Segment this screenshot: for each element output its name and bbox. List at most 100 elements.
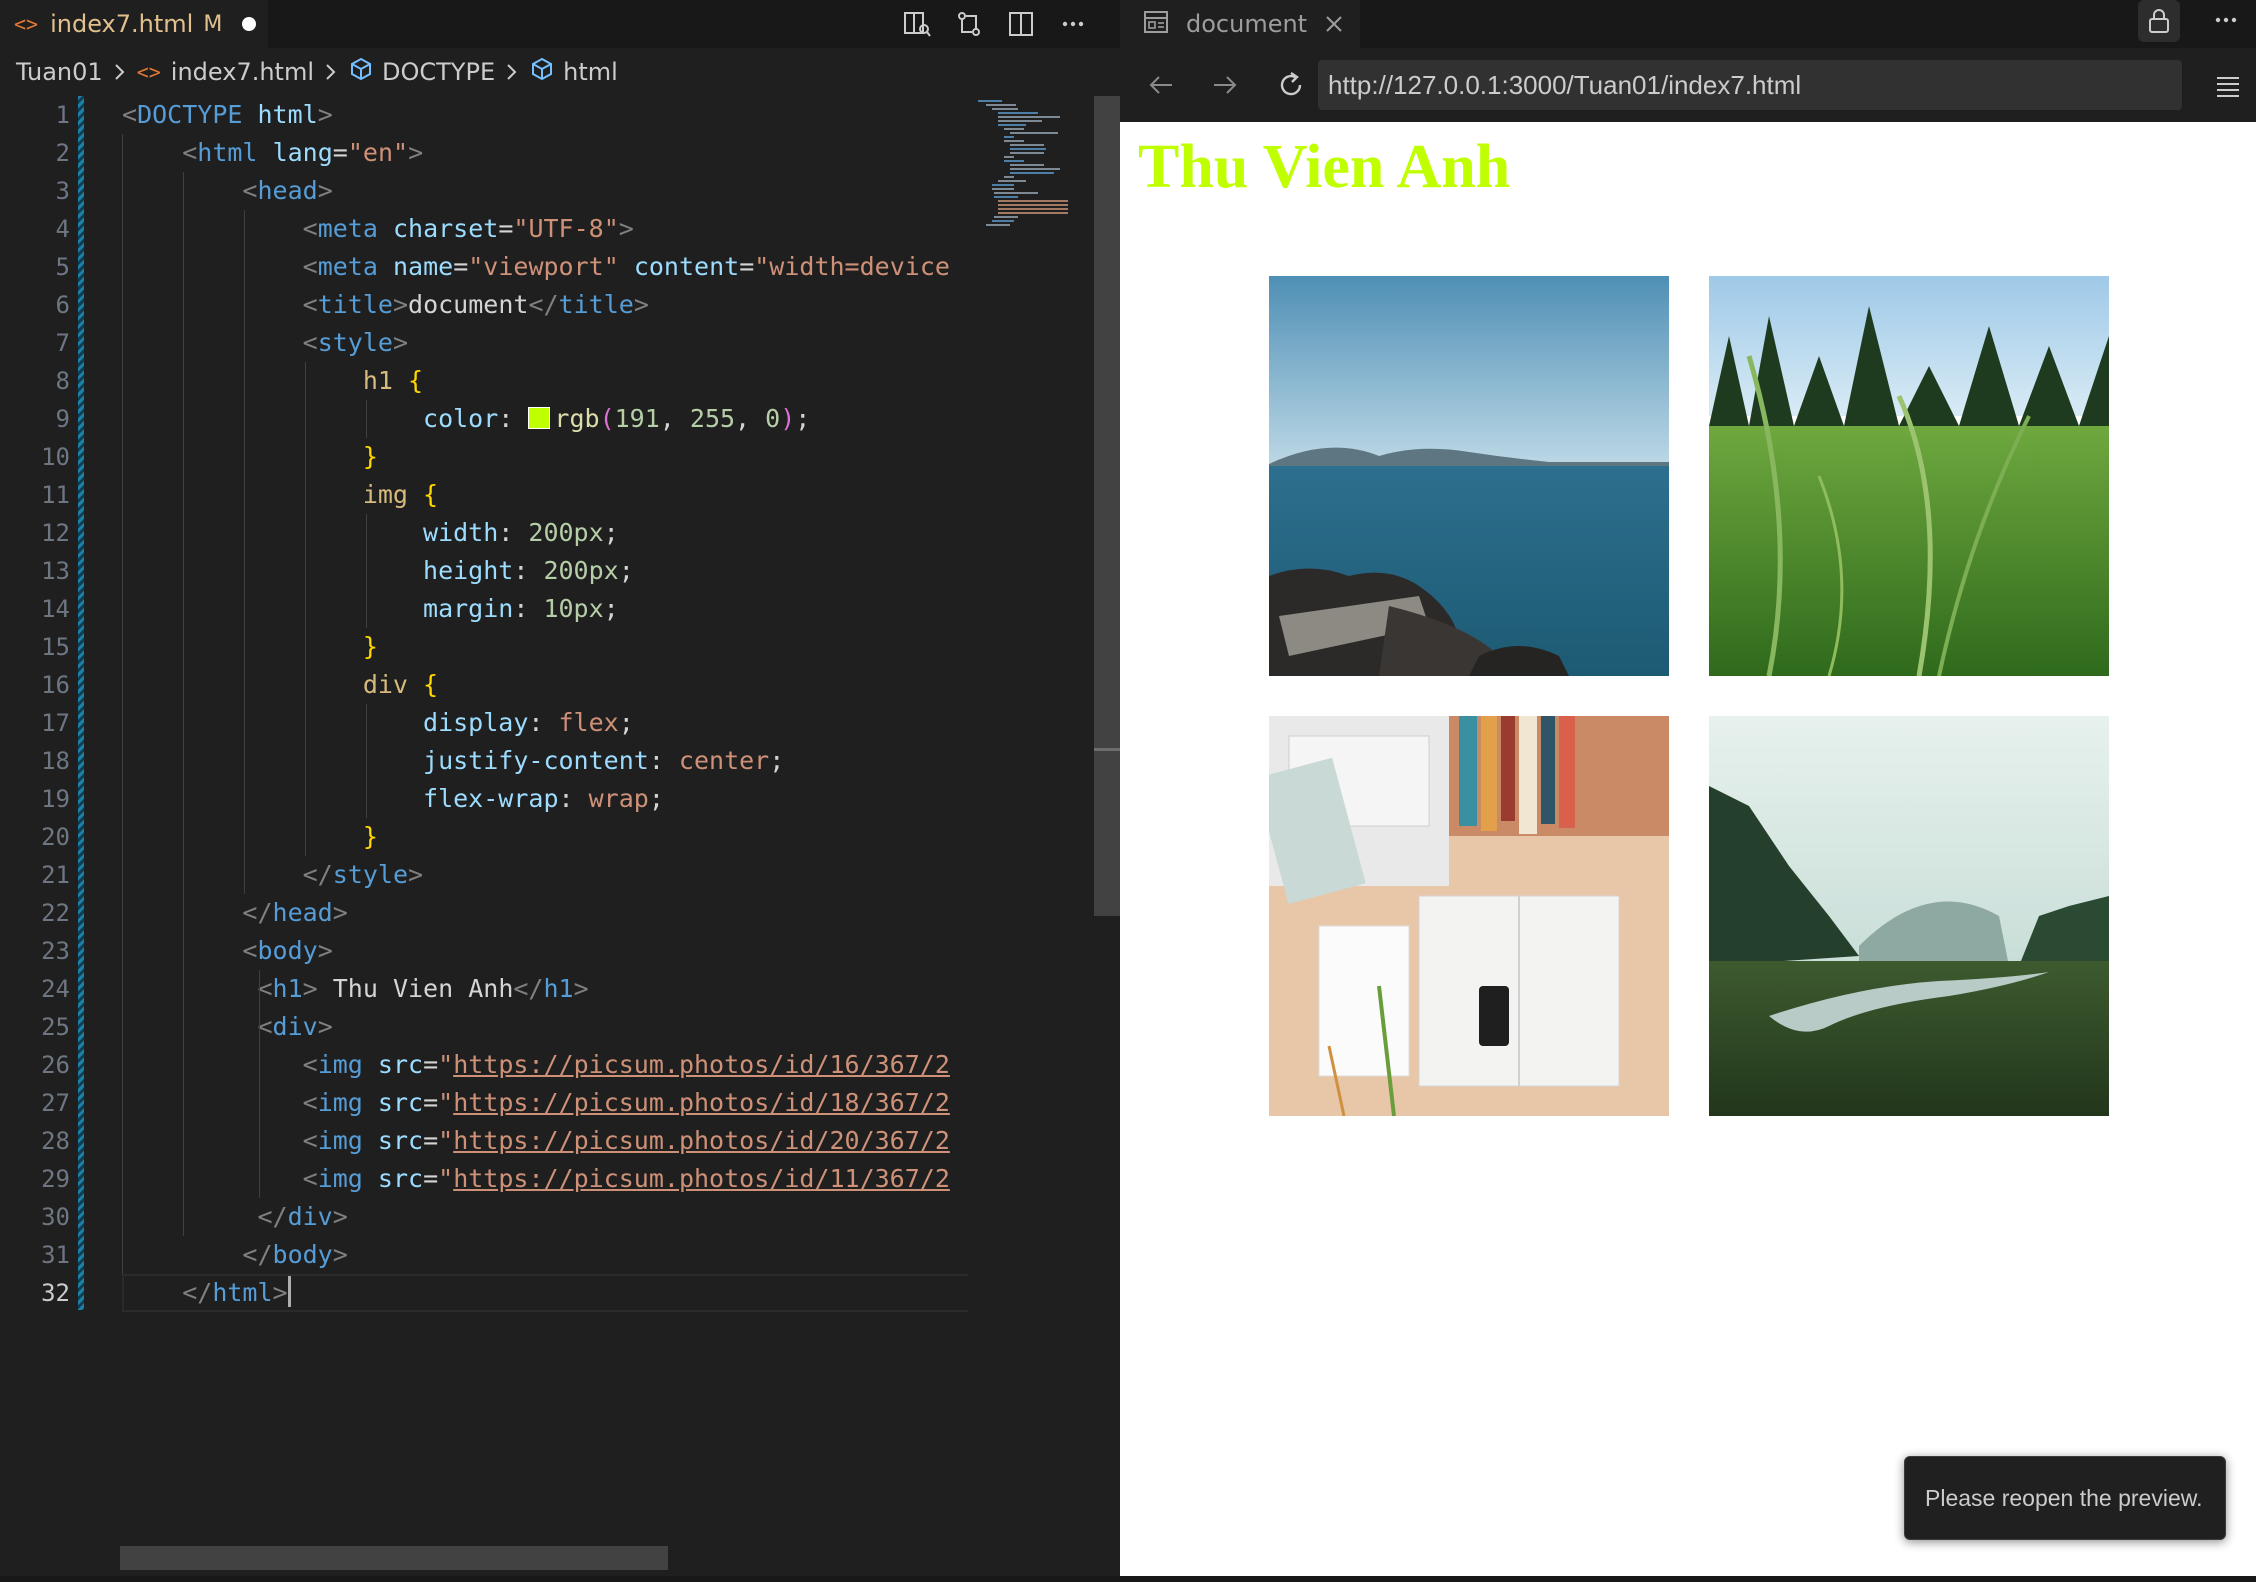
code-line: <html lang="en"> [122,134,970,172]
tab-modified-badge: M [203,11,223,37]
code-line: <img src="https://picsum.photos/id/18/36… [122,1084,970,1122]
minimap-line [1004,156,1014,158]
minimap-line [992,108,1018,110]
line-number: 24 [41,975,70,1003]
url-address-input[interactable] [1318,60,2182,110]
more-actions-icon[interactable] [2206,0,2246,40]
line-number: 11 [41,481,70,509]
tab-filename: index7.html [50,10,194,38]
minimap-line [992,188,1014,190]
unsaved-dot-icon[interactable] [242,17,257,31]
close-icon[interactable] [1323,13,1345,35]
preview-tab-bar: document [1120,0,2256,48]
reload-icon[interactable] [1270,64,1312,106]
notification-toast[interactable]: Please reopen the preview. [1904,1456,2226,1540]
minimap-line [998,204,1068,206]
editor-actions [900,0,1090,48]
minimap-line [1010,172,1054,174]
minimap-line [1010,132,1058,134]
lake-with-rocks-photo [1269,276,1669,676]
code-text-area[interactable]: <DOCTYPE html> <html lang="en"> <head> <… [122,96,970,1312]
chevron-right-icon [318,59,344,85]
code-line: justify-content: center; [122,742,970,780]
vertical-scrollbar[interactable] [1094,96,1120,916]
line-number: 25 [41,1013,70,1041]
breadcrumb-symbol-label: html [563,58,618,86]
line-number: 7 [55,329,70,357]
line-number: 6 [55,291,70,319]
symbol-cube-icon [348,56,374,88]
line-number: 14 [41,595,70,623]
code-line: <title>document</title> [122,286,970,324]
minimap-line [1010,152,1044,154]
code-line: height: 200px; [122,552,970,590]
minimap-line [1010,144,1044,146]
tab-index7[interactable]: <> index7.html M [0,0,268,48]
code-line: </style> [122,856,970,894]
breadcrumb-folder[interactable]: Tuan01 [16,58,103,86]
preview-panel: document Thu Vien Anh [1120,0,2256,1582]
breadcrumb-symbol-doctype[interactable]: DOCTYPE [348,56,495,88]
split-editor-icon[interactable] [1004,7,1038,41]
preview-tab-title: document [1186,10,1308,38]
minimap-line [1004,128,1024,130]
line-number: 10 [41,443,70,471]
misty-valley-river-photo [1709,716,2109,1116]
minimap[interactable] [968,96,1094,1582]
line-number: 16 [41,671,70,699]
line-number: 20 [41,823,70,851]
line-number: 2 [55,139,70,167]
breadcrumb-symbol-html[interactable]: html [529,56,618,88]
code-line: <meta charset="UTF-8"> [122,210,970,248]
horizontal-scrollbar[interactable] [120,1546,668,1570]
minimap-line [986,104,1016,106]
hamburger-menu-icon[interactable] [2208,66,2248,106]
html-file-icon: <> [14,12,39,36]
minimap-line [998,120,1042,122]
line-number: 21 [41,861,70,889]
breadcrumb: Tuan01 <> index7.html DOCTYPE html [0,48,1120,96]
preview-page-icon [1142,8,1170,40]
tab-document[interactable]: document [1120,0,1360,48]
page-heading: Thu Vien Anh [1138,133,1511,201]
line-number: 27 [41,1089,70,1117]
line-number: 19 [41,785,70,813]
more-actions-icon[interactable] [1056,7,1090,41]
minimap-line [998,180,1026,182]
scrollbar-position-marker [1094,748,1120,751]
minimap-line [992,184,1014,186]
forward-arrow-icon[interactable] [1204,64,1246,106]
symbol-cube-icon [529,56,555,88]
minimap-line [998,200,1068,202]
code-line: h1 { [122,362,970,400]
minimap-line [998,212,1068,214]
code-line: <img src="https://picsum.photos/id/11/36… [122,1160,970,1198]
open-preview-icon[interactable] [900,7,934,41]
breadcrumb-file[interactable]: <> index7.html [137,58,314,86]
line-number: 32 [41,1279,70,1307]
line-number: 4 [55,215,70,243]
line-number: 22 [41,899,70,927]
code-line: margin: 10px; [122,590,970,628]
lock-group-icon[interactable] [2138,0,2180,42]
line-number: 1 [55,101,70,129]
compare-changes-icon[interactable] [952,7,986,41]
back-arrow-icon[interactable] [1140,64,1182,106]
code-line: color: rgb(191, 255, 0); [122,400,970,438]
grass-field-photo [1709,276,2109,676]
code-line: } [122,438,970,476]
minimap-line [998,116,1060,118]
minimap-line [1004,140,1024,142]
chevron-right-icon [499,59,525,85]
line-number: 5 [55,253,70,281]
color-swatch-icon[interactable] [528,407,551,429]
minimap-line [994,216,1018,218]
line-number: 8 [55,367,70,395]
code-line: <h1> Thu Vien Anh</h1> [122,970,970,1008]
line-number: 17 [41,709,70,737]
code-line: <body> [122,932,970,970]
minimap-line [1004,160,1024,162]
line-number: 3 [55,177,70,205]
line-number: 12 [41,519,70,547]
minimap-line [1004,176,1014,178]
